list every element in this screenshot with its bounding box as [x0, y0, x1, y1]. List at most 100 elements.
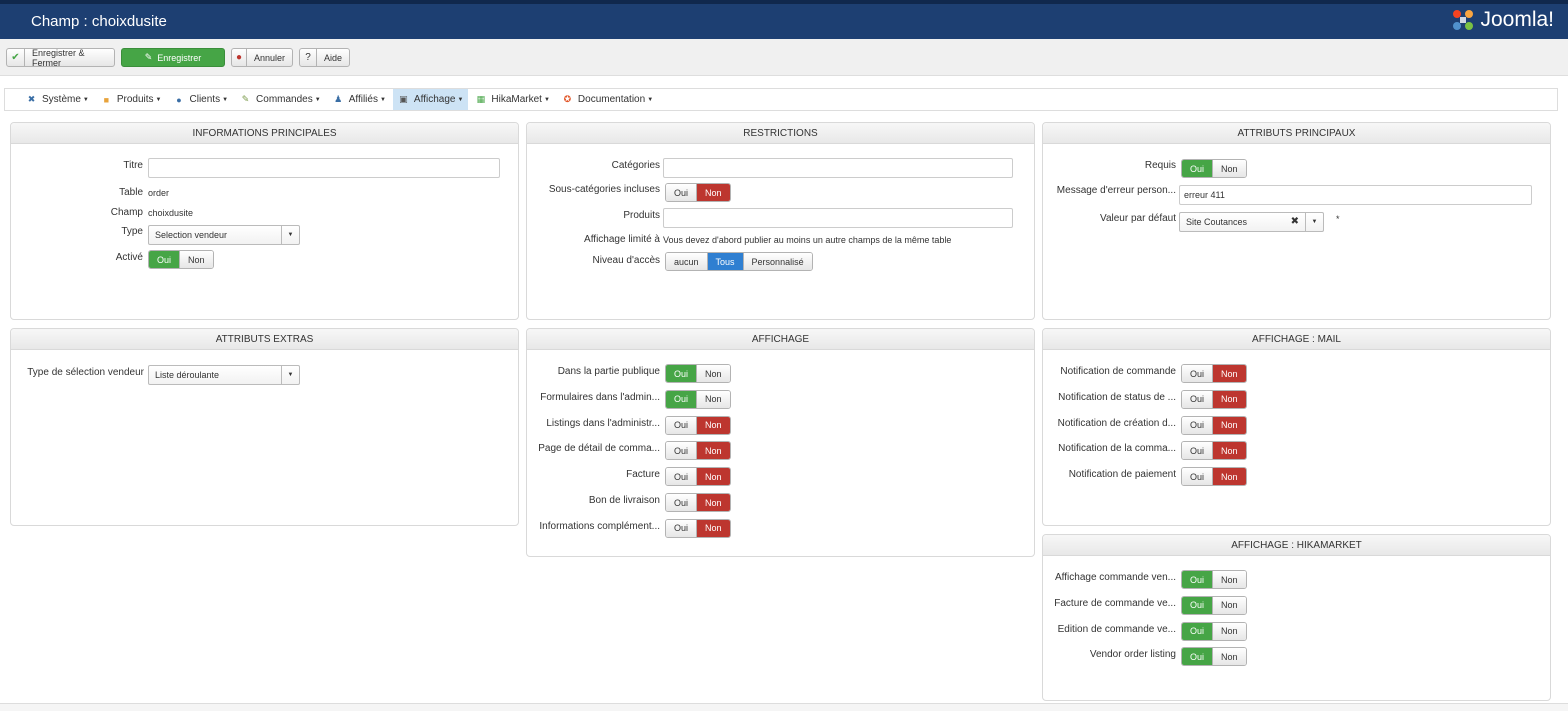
- non-option[interactable]: Non: [1212, 442, 1246, 460]
- affichage-row-toggle[interactable]: Oui Non: [665, 518, 731, 538]
- chevron-down-icon: ▼: [1305, 213, 1323, 231]
- oui-option[interactable]: Oui: [666, 390, 697, 408]
- affichage-row-toggle[interactable]: Oui Non: [665, 389, 731, 409]
- cancel-button[interactable]: ● Annuler: [231, 48, 293, 67]
- type-select[interactable]: Selection vendeur ▼: [148, 225, 300, 245]
- champ-label: Champ: [110, 207, 143, 218]
- subcat-non[interactable]: Non: [696, 184, 730, 201]
- message-erreur-input[interactable]: erreur 411: [1179, 185, 1532, 205]
- non-option[interactable]: Non: [1212, 596, 1246, 614]
- menu-item-clients[interactable]: ● Clients ▼: [169, 89, 234, 110]
- titre-input[interactable]: [148, 158, 500, 178]
- affichage-row-toggle[interactable]: Oui Non: [665, 415, 731, 435]
- non-option[interactable]: Non: [696, 390, 730, 408]
- active-non[interactable]: Non: [179, 251, 213, 268]
- valeur-defaut-select[interactable]: Site Coutances ✖ ▼: [1179, 212, 1324, 232]
- save-close-button[interactable]: ✔ Enregistrer & Fermer: [6, 48, 115, 68]
- hikamarket-row-label: Vendor order listing: [1089, 649, 1176, 661]
- affichage-row-label: Informations complément...: [539, 520, 660, 532]
- oui-option[interactable]: Oui: [666, 519, 697, 537]
- non-option[interactable]: Non: [696, 494, 730, 511]
- hikamarket-icon: ▦: [476, 94, 486, 104]
- affiliates-icon: ♟: [334, 94, 343, 104]
- hikamarket-row-toggle[interactable]: Oui Non: [1181, 595, 1247, 615]
- oui-option[interactable]: Oui: [666, 468, 697, 486]
- active-toggle[interactable]: Oui Non: [148, 250, 214, 269]
- hikamarket-row-toggle[interactable]: Oui Non: [1181, 621, 1247, 641]
- oui-option[interactable]: Oui: [1182, 622, 1213, 640]
- oui-option[interactable]: Oui: [1182, 365, 1213, 382]
- oui-option[interactable]: Oui: [1182, 648, 1213, 666]
- hikamarket-row-toggle[interactable]: Oui Non: [1181, 570, 1247, 589]
- oui-option[interactable]: Oui: [666, 494, 697, 511]
- status-bar: [0, 703, 1568, 711]
- affichage-row-toggle[interactable]: Oui Non: [665, 493, 731, 512]
- caret-down-icon: ▼: [379, 96, 386, 103]
- produits-input[interactable]: [663, 208, 1013, 228]
- menu-item-systeme[interactable]: ✖ Système ▼: [21, 89, 94, 110]
- non-option[interactable]: Non: [1212, 416, 1246, 434]
- non-option[interactable]: Non: [1212, 648, 1246, 666]
- type-selection-select[interactable]: Liste déroulante ▼: [148, 365, 300, 385]
- subcat-toggle[interactable]: Oui Non: [665, 183, 731, 202]
- oui-option[interactable]: Oui: [1182, 571, 1213, 588]
- requis-non[interactable]: Non: [1212, 160, 1246, 177]
- requis-toggle[interactable]: Oui Non: [1181, 159, 1247, 178]
- mail-row-toggle[interactable]: Oui Non: [1181, 389, 1247, 409]
- mail-row-label: Notification de commande: [1060, 366, 1176, 377]
- active-oui[interactable]: Oui: [149, 251, 180, 268]
- oui-option[interactable]: Oui: [1182, 416, 1213, 434]
- mail-row-toggle[interactable]: Oui Non: [1181, 467, 1247, 487]
- non-option[interactable]: Non: [1212, 622, 1246, 640]
- tools-icon: ✖: [27, 94, 36, 104]
- help-button[interactable]: ? Aide: [299, 48, 350, 67]
- menu-item-commandes[interactable]: ✎ Commandes ▼: [235, 89, 326, 110]
- menu-item-documentation[interactable]: ✪ Documentation ▼: [557, 89, 658, 110]
- niveau-personnalise[interactable]: Personnalisé: [742, 253, 812, 270]
- mail-row-toggle[interactable]: Oui Non: [1181, 415, 1247, 435]
- affichage-limite-label: Affichage limité à: [584, 234, 660, 245]
- non-option[interactable]: Non: [696, 442, 730, 460]
- affichage-row-label: Page de détail de comma...: [538, 443, 660, 455]
- save-button[interactable]: ✎ Enregistrer: [121, 48, 225, 67]
- menu-item-hikamarket[interactable]: ▦ HikaMarket ▼: [470, 89, 555, 110]
- oui-option[interactable]: Oui: [1182, 468, 1213, 486]
- affichage-row-label: Listings dans l'administr...: [546, 417, 660, 429]
- oui-option[interactable]: Oui: [666, 442, 697, 460]
- niveau-aucun[interactable]: aucun: [666, 253, 707, 270]
- oui-option[interactable]: Oui: [1182, 596, 1213, 614]
- caret-down-icon: ▼: [457, 96, 464, 103]
- affichage-row-toggle[interactable]: Oui Non: [665, 364, 731, 383]
- joomla-logo[interactable]: Joomla!: [1450, 7, 1554, 33]
- non-option[interactable]: Non: [1212, 571, 1246, 588]
- niveau-toggle[interactable]: aucun Tous Personnalisé: [665, 252, 813, 271]
- affichage-row-toggle[interactable]: Oui Non: [665, 441, 731, 461]
- non-option[interactable]: Non: [696, 365, 730, 382]
- non-option[interactable]: Non: [1212, 390, 1246, 408]
- oui-option[interactable]: Oui: [666, 416, 697, 434]
- hikashop-menu: ✖ Système ▼ ■ Produits ▼ ● Clients ▼ ✎ Comm…: [4, 88, 1558, 111]
- requis-oui[interactable]: Oui: [1182, 160, 1213, 177]
- non-option[interactable]: Non: [696, 468, 730, 486]
- non-option[interactable]: Non: [696, 416, 730, 434]
- mail-row-toggle[interactable]: Oui Non: [1181, 364, 1247, 383]
- categories-input[interactable]: [663, 158, 1013, 178]
- non-option[interactable]: Non: [696, 519, 730, 537]
- non-option[interactable]: Non: [1212, 468, 1246, 486]
- mail-row-toggle[interactable]: Oui Non: [1181, 441, 1247, 461]
- caret-down-icon: ▼: [314, 96, 321, 103]
- clear-icon[interactable]: ✖: [1291, 213, 1299, 231]
- non-option[interactable]: Non: [1212, 365, 1246, 382]
- niveau-tous[interactable]: Tous: [706, 253, 743, 270]
- oui-option[interactable]: Oui: [666, 365, 697, 382]
- menu-item-affichage[interactable]: ▣ Affichage ▼: [392, 89, 469, 110]
- oui-option[interactable]: Oui: [1182, 390, 1213, 408]
- hikamarket-row-toggle[interactable]: Oui Non: [1181, 647, 1247, 667]
- oui-option[interactable]: Oui: [1182, 442, 1213, 460]
- champ-value: choixdusite: [148, 208, 194, 218]
- subcat-oui[interactable]: Oui: [666, 184, 697, 201]
- menu-item-produits[interactable]: ■ Produits ▼: [96, 89, 167, 110]
- affichage-row-toggle[interactable]: Oui Non: [665, 467, 731, 487]
- panel-heading: AFFICHAGE: [527, 329, 1034, 350]
- menu-item-affilies[interactable]: ♟ Affiliés ▼: [328, 89, 391, 110]
